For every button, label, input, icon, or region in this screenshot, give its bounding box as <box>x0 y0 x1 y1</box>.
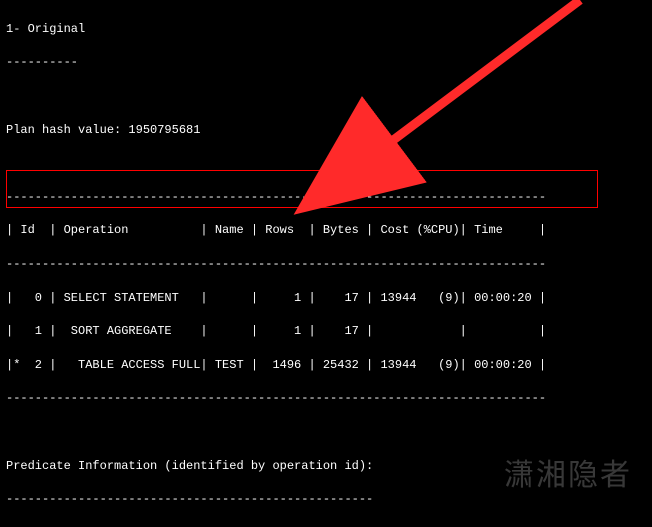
predicate-title: Predicate Information (identified by ope… <box>6 458 646 475</box>
table-row: | 0 | SELECT STATEMENT | | 1 | 17 | 1394… <box>6 290 646 307</box>
table-row: | 1 | SORT AGGREGATE | | 1 | 17 | | | <box>6 323 646 340</box>
plan-hash-value: 1950795681 <box>128 123 200 137</box>
table-row: |* 2 | TABLE ACCESS FULL| TEST | 1496 | … <box>6 357 646 374</box>
dash-line: ----------------------------------------… <box>6 491 646 508</box>
plan-hash-line: Plan hash value: 1950795681 <box>6 122 646 139</box>
blank-line <box>6 88 646 105</box>
table-border: ----------------------------------------… <box>6 256 646 273</box>
section1-title: 1- Original <box>6 21 646 38</box>
blank-line <box>6 155 646 172</box>
table-border: ----------------------------------------… <box>6 390 646 407</box>
blank-line <box>6 424 646 441</box>
dash-line: ---------- <box>6 54 646 71</box>
table-header: | Id | Operation | Name | Rows | Bytes |… <box>6 222 646 239</box>
plan-hash-label: Plan hash value: <box>6 123 128 137</box>
terminal-output: 1- Original ---------- Plan hash value: … <box>0 0 652 527</box>
table-border: ----------------------------------------… <box>6 189 646 206</box>
